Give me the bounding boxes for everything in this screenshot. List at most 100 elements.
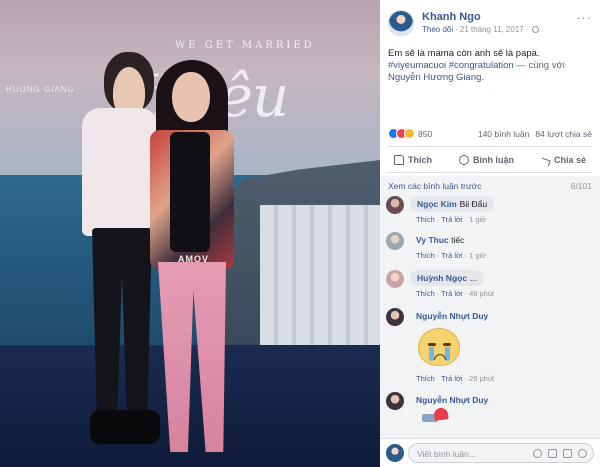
- camera-icon[interactable]: [548, 449, 557, 458]
- comment-item: Ngọc Kim Bii Đẩu Thích · Trả lời · 1 giờ: [386, 196, 594, 228]
- comments-section: Xem các bình luận trước 6/101 Ngọc Kim Bi…: [380, 176, 600, 438]
- globe-icon: [532, 26, 540, 33]
- more-options-icon[interactable]: ···: [576, 10, 592, 25]
- comment-text: Bii Đẩu: [459, 199, 488, 209]
- commenter-name[interactable]: Huỳnh Ngọc: [417, 273, 467, 283]
- sticker-mouth: [434, 354, 446, 360]
- commenter-avatar[interactable]: [386, 308, 404, 326]
- comment-like-link[interactable]: Thích: [416, 251, 435, 260]
- meta-separator: ·: [464, 251, 468, 260]
- comment-time[interactable]: 46 phút: [469, 289, 494, 298]
- woman-figure-face: [172, 72, 210, 122]
- man-figure-head: [104, 52, 154, 112]
- reactions-count: 850: [418, 128, 433, 139]
- view-previous-comments-link[interactable]: Xem các bình luận trước: [388, 181, 481, 191]
- commenter-avatar[interactable]: [386, 392, 404, 410]
- with-text: — cùng với: [516, 60, 565, 71]
- follow-link[interactable]: Theo dõi: [422, 25, 453, 34]
- thumbs-up-icon: [394, 155, 404, 165]
- commenter-avatar[interactable]: [386, 196, 404, 214]
- comment-like-link[interactable]: Thích: [416, 215, 435, 224]
- comment-meta: Thích · Trả lời · 29 phút: [416, 374, 494, 383]
- share-arrow-icon: [540, 157, 551, 166]
- crying-face-icon: [418, 328, 460, 366]
- post-meta: Theo dõi · 21 tháng 11, 2017 ·: [422, 25, 540, 34]
- comment-time[interactable]: 1 giờ: [469, 251, 486, 260]
- comment-item: Huỳnh Ngọc... Thích · Trả lời · 46 phút: [386, 270, 594, 302]
- caption-text: Em sẽ là mama còn anh sẽ là papa.: [388, 48, 540, 59]
- post-panel: Khanh Ngo Theo dõi · 21 tháng 11, 2017 · ··…: [380, 0, 600, 467]
- comment-bubble: Ngọc Kim Bii Đẩu: [410, 196, 495, 212]
- heart-sticker: [422, 407, 454, 424]
- commenter-name[interactable]: Ngọc Kim: [417, 199, 457, 209]
- heart-icon: [433, 407, 449, 421]
- meta-separator: ·: [436, 215, 440, 224]
- author-name[interactable]: Khanh Ngo: [422, 11, 481, 23]
- meta-separator: ·: [464, 215, 468, 224]
- commenter-avatar[interactable]: [386, 270, 404, 288]
- comment-item: Vy Thuc tiếc Thích · Trả lời · 1 giờ: [386, 232, 594, 264]
- comment-composer: [380, 438, 600, 467]
- commenter-name[interactable]: Nguyễn Nhựt Duy: [416, 395, 488, 405]
- comment-button-label: Bình luận: [472, 155, 514, 165]
- author-avatar[interactable]: [388, 10, 414, 36]
- comment-item: Nguyễn Nhựt Duy Thích · Trả lời · 29 phút: [386, 308, 594, 388]
- comment-body: Nguyễn Nhựt Duy: [416, 395, 488, 405]
- man-figure-shirt: [82, 108, 158, 236]
- comment-text: tiếc: [451, 235, 465, 245]
- post-photo[interactable]: WE GET MARRIED Vi yêu cưới HUONG GIANG A…: [0, 0, 380, 467]
- sticker-eye: [443, 343, 451, 346]
- comment-time[interactable]: 29 phút: [469, 374, 494, 383]
- gif-icon[interactable]: [563, 449, 572, 458]
- comment-body: Nguyễn Nhựt Duy: [416, 311, 488, 321]
- comment-input-box[interactable]: [408, 443, 594, 463]
- meta-separator: ·: [436, 251, 440, 260]
- comment-reply-link[interactable]: Trả lời: [441, 215, 462, 224]
- hashtag-link[interactable]: #congratulation: [449, 60, 514, 71]
- comment-meta: Thích · Trả lời · 46 phút: [416, 289, 494, 298]
- comment-body: Vy Thuc tiếc: [416, 235, 464, 245]
- comment-meta: Thích · Trả lời · 1 giờ: [416, 251, 486, 260]
- comment-like-link[interactable]: Thích: [416, 374, 435, 383]
- comment-reply-link[interactable]: Trả lời: [441, 289, 462, 298]
- comment-like-link[interactable]: Thích: [416, 289, 435, 298]
- comment-button[interactable]: Bình luận: [453, 150, 520, 170]
- comment-time[interactable]: 1 giờ: [469, 215, 486, 224]
- comments-count-link[interactable]: 140 bình luận: [478, 129, 530, 139]
- meta-separator: ·: [464, 374, 468, 383]
- comment-meta: Thích · Trả lời · 1 giờ: [416, 215, 486, 224]
- commenter-avatar[interactable]: [386, 232, 404, 250]
- shares-count-link[interactable]: 84 lượt chia sẻ: [535, 129, 592, 139]
- like-button[interactable]: Thích: [388, 150, 438, 170]
- sticker-icon[interactable]: [578, 449, 587, 458]
- emoji-icon[interactable]: [533, 449, 542, 458]
- like-button-label: Thích: [408, 155, 432, 165]
- post-actions: Thích Bình luận Chia sẻ: [388, 150, 592, 170]
- tagged-person-link[interactable]: Nguyễn Hương Giang.: [388, 72, 484, 83]
- post-caption: Em sẽ là mama còn anh sẽ là papa. #viyeu…: [388, 48, 593, 84]
- comment-reply-link[interactable]: Trả lời: [441, 374, 462, 383]
- hashtag-link[interactable]: #viyeumacuoi: [388, 60, 446, 71]
- share-button[interactable]: Chia sẻ: [535, 150, 592, 170]
- commenter-name[interactable]: Nguyễn Nhựt Duy: [416, 311, 488, 321]
- post-header: Khanh Ngo Theo dõi · 21 tháng 11, 2017 · ··…: [388, 10, 592, 38]
- banner-headline: WE GET MARRIED: [175, 40, 315, 51]
- engagement-counts: 140 bình luận 84 lượt chia sẻ: [472, 129, 592, 139]
- photo-backdrop-houses: [260, 205, 380, 345]
- comment-input[interactable]: [417, 447, 497, 460]
- meta-separator: ·: [464, 289, 468, 298]
- meta-separator: ·: [436, 374, 440, 383]
- reactions-summary[interactable]: 850: [388, 128, 433, 140]
- meta-separator: ·: [455, 25, 458, 34]
- post-date[interactable]: 21 tháng 11, 2017: [460, 25, 524, 34]
- man-figure-shoes: [90, 410, 160, 444]
- share-button-label: Chia sẻ: [553, 155, 586, 165]
- comment-text: ...: [470, 273, 478, 283]
- comment-bubble: Huỳnh Ngọc...: [410, 270, 485, 286]
- comment-reply-link[interactable]: Trả lời: [441, 251, 462, 260]
- haha-reaction-icon: [404, 128, 415, 140]
- comment-icon: [458, 155, 469, 165]
- commenter-name[interactable]: Vy Thuc: [416, 235, 449, 245]
- meta-separator: ·: [525, 25, 529, 34]
- woman-figure-top: [170, 132, 210, 252]
